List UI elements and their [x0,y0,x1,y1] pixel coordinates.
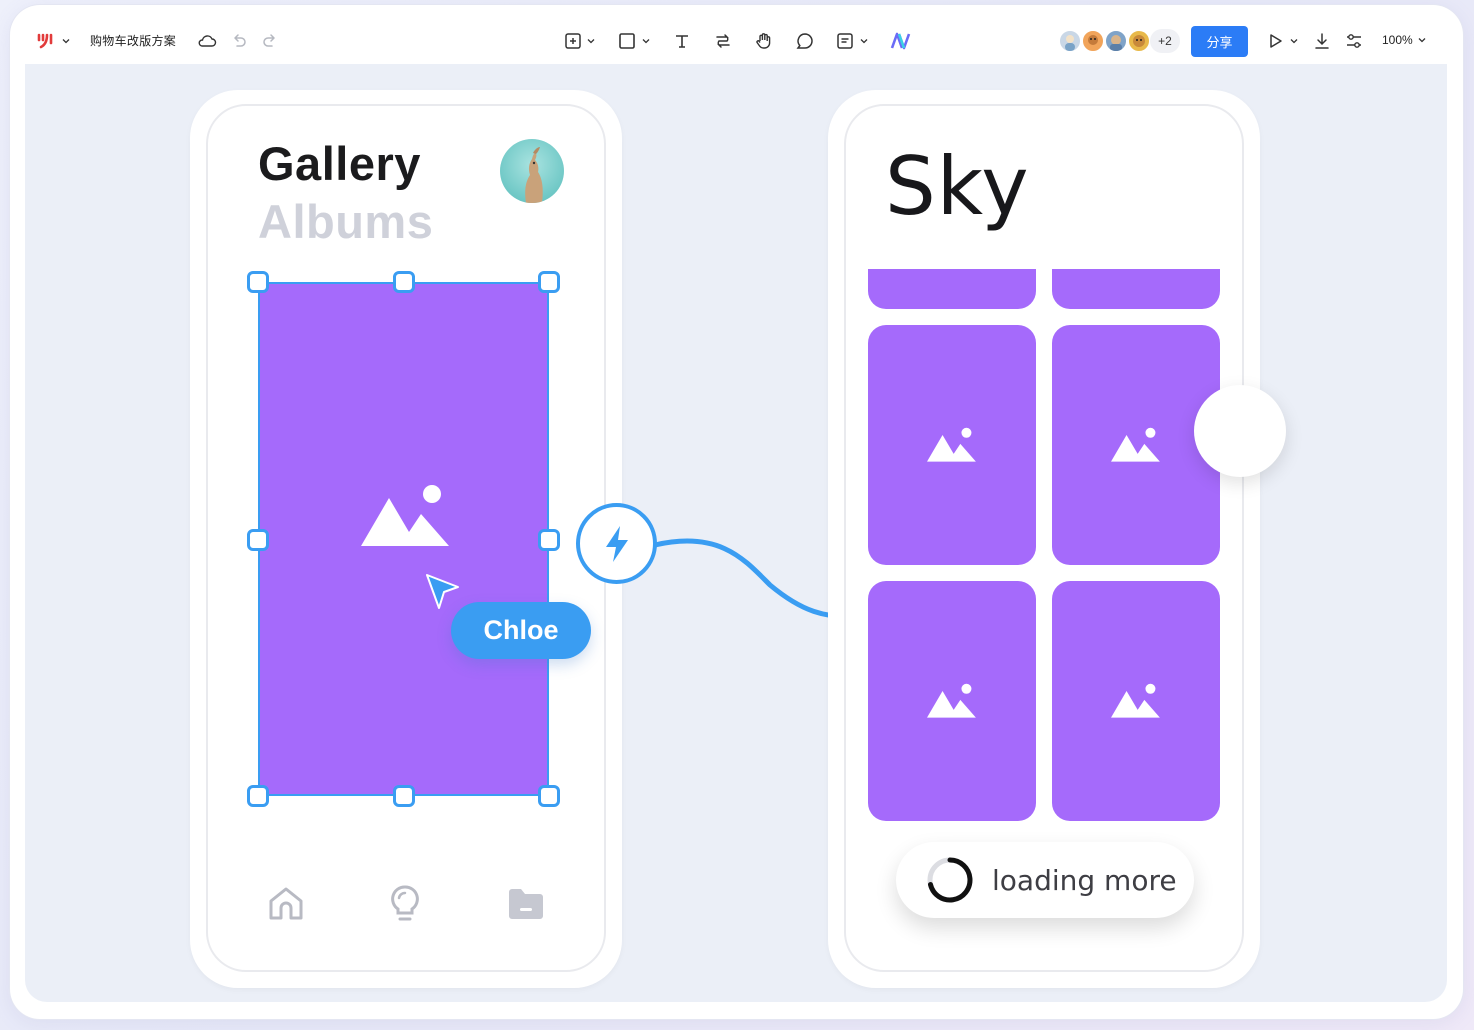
logo-chevron-down-icon[interactable] [61,36,71,46]
present-chevron-down-icon[interactable] [1289,36,1299,46]
redo-icon[interactable] [261,32,279,50]
download-icon[interactable] [1312,31,1332,51]
page-title: Sky [885,140,1030,233]
collaborator-avatar[interactable] [1058,29,1082,53]
image-tile[interactable] [868,325,1036,565]
spinner-icon [927,857,973,903]
home-icon[interactable] [266,884,306,924]
text-icon[interactable] [672,31,692,51]
image-placeholder-icon [1111,427,1160,462]
note-icon[interactable] [835,31,855,51]
frame-chevron-down-icon[interactable] [586,36,596,46]
shape-chevron-down-icon[interactable] [641,36,651,46]
collaborator-cursor-label: Chloe [451,602,591,659]
profile-avatar[interactable] [500,139,564,203]
bulb-icon[interactable] [385,884,425,924]
image-placeholder-icon [927,683,976,718]
lightning-bolt-icon [605,525,628,562]
comment-icon[interactable] [795,31,815,51]
resize-handle-bottom-right[interactable] [538,785,560,807]
image-tile[interactable] [868,269,1036,309]
cloud-sync-icon[interactable] [197,32,217,50]
top-toolbar: 购物车改版方案 +2 分享 100% [25,18,1447,64]
frame-icon[interactable] [563,31,583,51]
page-subtitle: Albums [258,195,434,248]
collaborator-avatar[interactable] [1104,29,1128,53]
shape-icon[interactable] [617,31,637,51]
folder-icon[interactable] [506,884,546,924]
image-tile[interactable] [1052,325,1220,565]
collaborator-avatar[interactable] [1081,29,1105,53]
interaction-trigger-button[interactable] [576,503,657,584]
image-placeholder-icon [927,427,976,462]
loading-more-indicator: loading more [896,842,1194,918]
image-placeholder-icon [361,485,449,546]
resize-handle-bottom[interactable] [393,785,415,807]
hand-icon[interactable] [754,31,774,51]
zoom-control[interactable]: 100% [1382,33,1427,47]
document-title[interactable]: 购物车改版方案 [90,32,176,49]
undo-icon[interactable] [230,32,248,50]
resize-handle-left[interactable] [247,529,269,551]
app-logo-icon[interactable] [37,32,59,50]
resize-handle-top-left[interactable] [247,271,269,293]
image-tile[interactable] [1052,269,1220,309]
resize-handle-top[interactable] [393,271,415,293]
image-tile[interactable] [868,581,1036,821]
image-placeholder-icon [1111,683,1160,718]
zoom-chevron-down-icon [1418,38,1426,43]
share-button[interactable]: 分享 [1191,26,1248,57]
collaborator-avatar[interactable] [1127,29,1151,53]
floating-touch-indicator[interactable] [1194,385,1286,477]
more-collaborators-badge[interactable]: +2 [1150,29,1180,53]
cursor-arrow-icon [426,574,459,609]
ai-logo-icon[interactable] [889,31,911,51]
resize-handle-bottom-left[interactable] [247,785,269,807]
resize-handle-top-right[interactable] [538,271,560,293]
connector-icon[interactable] [713,31,733,51]
page-title: Gallery [258,137,421,190]
present-play-icon[interactable] [1265,31,1285,51]
note-chevron-down-icon[interactable] [859,36,869,46]
settings-sliders-icon[interactable] [1344,31,1364,51]
image-tile[interactable] [1052,581,1220,821]
resize-handle-right[interactable] [538,529,560,551]
loading-label: loading more [992,863,1177,897]
zoom-label: 100% [1382,33,1413,47]
